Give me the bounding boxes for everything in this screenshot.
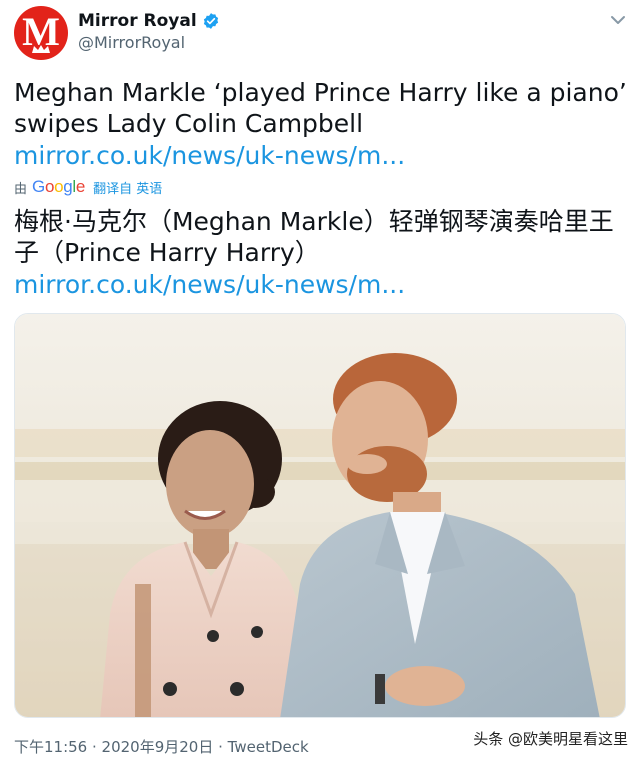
tweet-timestamp[interactable]: 下午11:56 · 2020年9月20日 — [14, 738, 213, 756]
photo-illustration — [15, 314, 625, 717]
google-letter: e — [75, 177, 86, 196]
translation-line-2: 子（Prince Harry Harry） — [14, 238, 320, 267]
google-letter: o — [44, 177, 55, 196]
translate-source-link[interactable]: 翻译自 英语 — [93, 178, 162, 197]
avatar[interactable]: M — [14, 6, 68, 60]
verified-badge-icon — [203, 13, 218, 29]
tweet-text-line-1: Meghan Markle ‘played Prince Harry like … — [14, 78, 627, 107]
display-name[interactable]: Mirror Royal — [78, 11, 197, 31]
user-handle[interactable]: @MirrorRoyal — [78, 33, 185, 52]
tweet-text-line-2: swipes Lady Colin Campbell — [14, 109, 364, 138]
google-letter: o — [54, 177, 64, 196]
watermark: 头条 @欧美明星看这里 — [473, 730, 628, 748]
translation-attribution: 由 Google 翻译自 英语 — [14, 176, 162, 198]
tweet-source[interactable]: TweetDeck — [228, 738, 309, 756]
name-row: Mirror Royal — [78, 10, 220, 32]
translation-line-1: 梅根·马克尔（Meghan Markle）轻弹钢琴演奏哈里王 — [14, 207, 614, 236]
tweet-link[interactable]: mirror.co.uk/news/uk-news/m... — [14, 141, 405, 171]
google-logo: Google — [32, 177, 85, 197]
google-letter: G — [32, 177, 45, 196]
translation-link[interactable]: mirror.co.uk/news/uk-news/m... — [14, 270, 405, 300]
tweet-photo[interactable] — [14, 313, 626, 718]
footer-separator: · — [218, 738, 228, 756]
tweet-card: M Mirror Royal @MirrorRoyal Meghan Markl… — [0, 0, 640, 760]
chevron-down-icon[interactable] — [606, 8, 630, 32]
crown-icon — [32, 45, 50, 53]
tweet-footer: 下午11:56 · 2020年9月20日 · TweetDeck — [14, 736, 309, 757]
translated-by-prefix: 由 — [14, 181, 28, 197]
